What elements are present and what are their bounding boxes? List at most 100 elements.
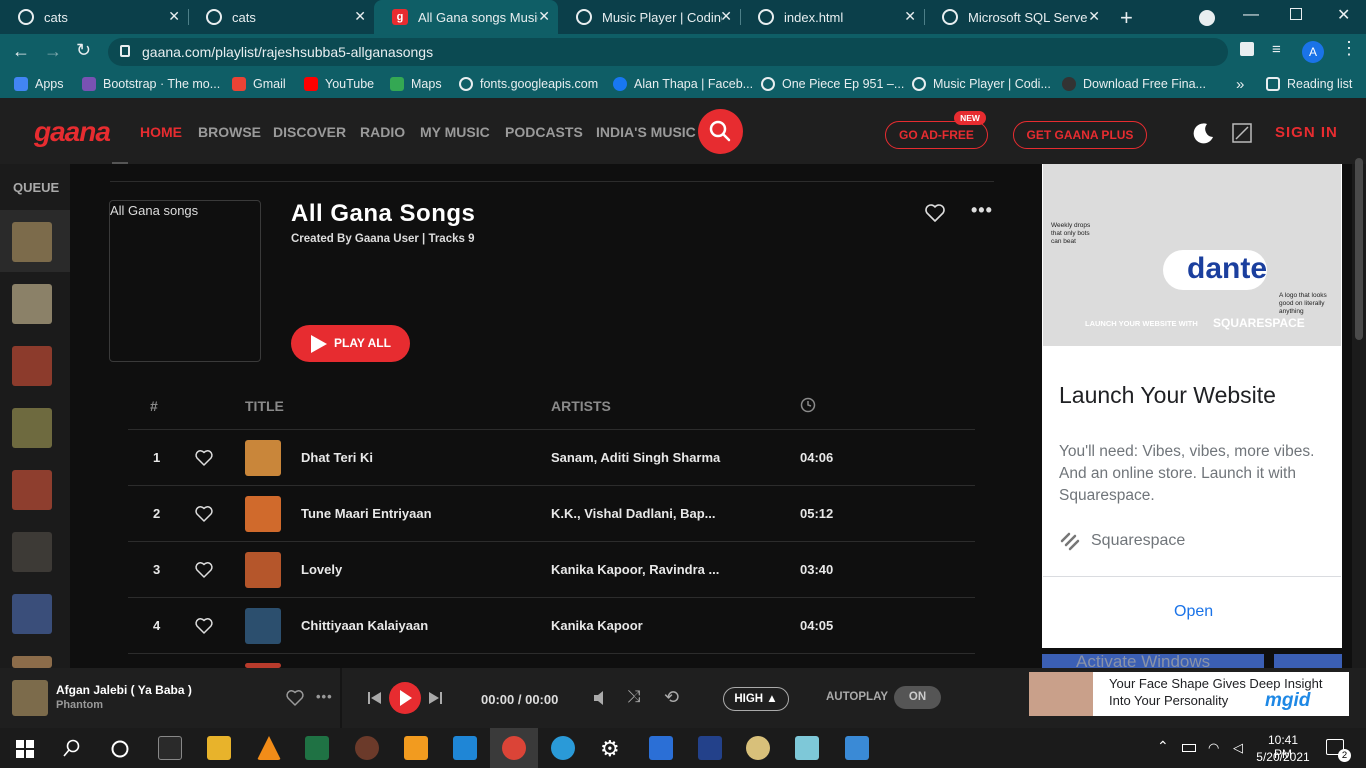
notes-icon[interactable] <box>795 736 819 760</box>
paint-icon[interactable] <box>746 736 770 760</box>
search-icon[interactable] <box>63 739 81 757</box>
tab-search-icon[interactable] <box>1199 10 1215 26</box>
cortana-icon[interactable] <box>110 739 130 759</box>
bookmark-apps[interactable]: Apps <box>14 70 64 98</box>
more-options-icon[interactable]: ••• <box>316 689 333 704</box>
close-icon[interactable]: ✕ <box>168 8 180 25</box>
browser-tab[interactable]: cats ✕ <box>188 0 374 34</box>
nav-podcasts[interactable]: PODCASTS <box>505 124 583 140</box>
queue-thumbnail[interactable] <box>12 284 52 324</box>
ad-banner-strip[interactable] <box>1274 654 1342 668</box>
bookmark-youtube[interactable]: YouTube <box>304 70 374 98</box>
go-ad-free-button[interactable]: GO AD-FREE <box>885 121 988 149</box>
terminal-icon[interactable] <box>158 736 182 760</box>
queue-thumbnail[interactable] <box>12 656 52 668</box>
more-options-icon[interactable]: ••• <box>971 200 993 221</box>
bookmark-fonts[interactable]: fonts.googleapis.com <box>459 70 598 98</box>
scrollbar-thumb[interactable] <box>1355 158 1363 340</box>
heart-icon[interactable] <box>194 505 214 523</box>
autoplay-toggle[interactable]: ON <box>894 686 941 709</box>
photos-icon[interactable] <box>845 736 869 760</box>
queue-thumbnail[interactable] <box>12 594 52 634</box>
nav-home[interactable]: HOME <box>140 124 182 140</box>
bookmark-gmail[interactable]: Gmail <box>232 70 286 98</box>
track-artists[interactable]: Sanam, Aditi Singh Sharma <box>551 450 720 465</box>
bookmark-download[interactable]: Download Free Fina... <box>1062 70 1206 98</box>
media-control-icon[interactable]: ≡ <box>1272 41 1281 58</box>
track-artwork[interactable] <box>245 608 281 644</box>
ad-open-button[interactable]: Open <box>1174 603 1213 621</box>
previous-icon[interactable] <box>367 691 383 705</box>
heart-icon[interactable] <box>194 617 214 635</box>
chrome-icon[interactable] <box>502 736 526 760</box>
nav-my-music[interactable]: MY MUSIC <box>420 124 490 140</box>
track-artists[interactable]: K.K., Vishal Dadlani, Bap... <box>551 506 715 521</box>
bookmark-onepiece[interactable]: One Piece Ep 951 –... <box>761 70 904 98</box>
excel-icon[interactable] <box>305 736 329 760</box>
heart-icon[interactable] <box>194 449 214 467</box>
queue-thumbnail[interactable] <box>12 470 52 510</box>
settings-gear-icon[interactable]: ⚙ <box>600 736 620 762</box>
browser-tab[interactable]: cats ✕ <box>0 0 188 34</box>
vscode-icon[interactable] <box>453 736 477 760</box>
search-button[interactable] <box>698 109 743 154</box>
file-explorer-icon[interactable] <box>207 736 231 760</box>
heart-icon[interactable] <box>285 689 305 707</box>
profile-avatar[interactable]: A <box>1302 41 1324 63</box>
track-artwork[interactable] <box>245 440 281 476</box>
heart-icon[interactable] <box>194 561 214 579</box>
nav-discover[interactable]: DISCOVER <box>273 124 346 140</box>
close-icon[interactable]: ✕ <box>1088 8 1100 25</box>
url-text[interactable]: gaana.com/playlist/rajeshsubba5-allganas… <box>142 44 433 60</box>
close-icon[interactable]: ✕ <box>354 8 366 25</box>
track-title[interactable]: Dhat Teri Ki <box>301 450 373 465</box>
speaker-icon[interactable]: ◁ <box>1233 740 1243 756</box>
close-icon[interactable]: ✕ <box>720 8 732 25</box>
chevron-up-icon[interactable]: ⌃ <box>1157 738 1169 755</box>
quality-selector[interactable]: HIGH ▲ <box>723 687 789 711</box>
scrollbar[interactable] <box>1352 158 1366 728</box>
get-gaana-plus-button[interactable]: GET GAANA PLUS <box>1013 121 1147 149</box>
clock-date[interactable]: 5/20/2021 <box>1254 750 1312 764</box>
battery-icon[interactable] <box>1182 744 1196 752</box>
edge-icon[interactable] <box>551 736 575 760</box>
reading-list[interactable]: Reading list <box>1266 70 1352 98</box>
more-bookmarks-icon[interactable]: » <box>1236 70 1244 98</box>
play-all-button[interactable]: PLAY ALL <box>291 325 410 362</box>
browser-tab[interactable]: Music Player | Codingf ✕ <box>558 0 740 34</box>
next-icon[interactable] <box>427 691 443 705</box>
browser-menu-icon[interactable]: ⋮ <box>1340 38 1358 59</box>
sublime-text-icon[interactable] <box>404 736 428 760</box>
media-player-icon[interactable] <box>355 736 379 760</box>
nav-browse[interactable]: BROWSE <box>198 124 261 140</box>
bookmark-bootstrap[interactable]: Bootstrap · The mo... <box>82 70 220 98</box>
windows-start-icon[interactable] <box>16 740 34 758</box>
wifi-icon[interactable]: ◠ <box>1208 740 1219 756</box>
play-pause-button[interactable] <box>389 682 421 714</box>
ad-brand[interactable]: Squarespace <box>1091 532 1185 550</box>
queue-thumbnail[interactable] <box>12 346 52 386</box>
close-icon[interactable]: ✕ <box>538 8 550 25</box>
track-artists[interactable]: Kanika Kapoor <box>551 618 643 633</box>
shuffle-icon[interactable]: ⤨ <box>627 687 641 707</box>
lock-icon[interactable] <box>120 45 130 57</box>
video-editor-icon[interactable] <box>649 736 673 760</box>
bookmark-maps[interactable]: Maps <box>390 70 442 98</box>
nav-radio[interactable]: RADIO <box>360 124 405 140</box>
bookmark-facebook[interactable]: Alan Thapa | Faceb... <box>613 70 753 98</box>
track-artwork[interactable] <box>245 496 281 532</box>
close-icon[interactable]: ✕ <box>904 8 916 25</box>
nav-indias-music[interactable]: INDIA'S MUSIC <box>596 124 696 140</box>
new-tab-button[interactable]: + <box>1120 5 1133 31</box>
track-title[interactable]: Chittiyaan Kalaiyaan <box>301 618 428 633</box>
window-close-icon[interactable]: ✕ <box>1337 5 1350 25</box>
repeat-icon[interactable]: ⟲ <box>664 687 679 708</box>
now-playing-artist[interactable]: Phantom <box>56 699 103 711</box>
volume-icon[interactable] <box>592 689 610 707</box>
restore-icon[interactable] <box>1290 8 1302 20</box>
extensions-icon[interactable] <box>1240 42 1254 56</box>
mgid-ad-image[interactable] <box>1029 672 1093 716</box>
gaana-logo[interactable]: gaana <box>34 116 111 148</box>
track-title[interactable]: Tune Maari Entriyaan <box>301 506 432 521</box>
queue-thumbnail[interactable] <box>12 532 52 572</box>
